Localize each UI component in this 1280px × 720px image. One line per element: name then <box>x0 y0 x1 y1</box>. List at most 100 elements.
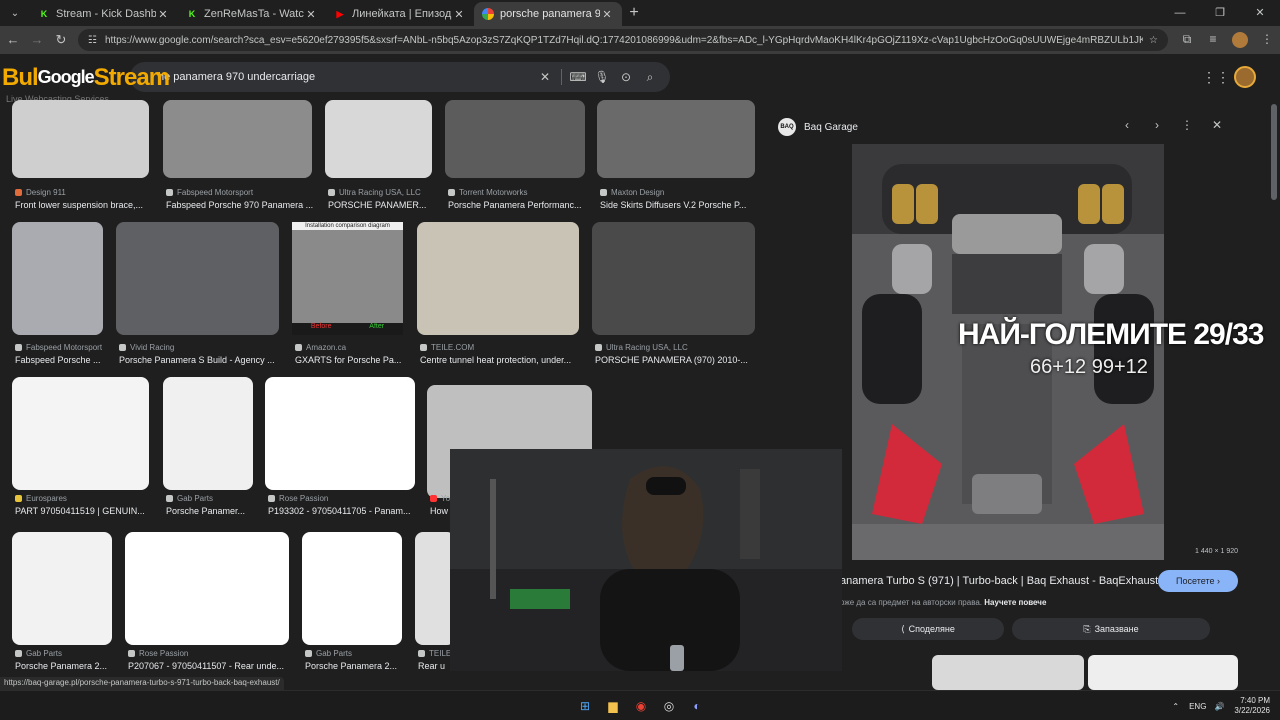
clock[interactable]: 7:40 PM 3/22/2026 <box>1234 696 1270 716</box>
preview-image[interactable] <box>852 144 1164 560</box>
result-caption[interactable]: How <box>430 506 448 516</box>
result-caption[interactable]: PORSCHE PANAMERA (970) 2010-... <box>595 355 748 365</box>
result-source[interactable]: Yo <box>430 494 450 503</box>
lens-icon[interactable]: ⊙ <box>614 70 638 84</box>
result-thumbnail[interactable] <box>12 222 103 335</box>
result-thumbnail[interactable] <box>116 222 279 335</box>
result-source[interactable]: TEILE <box>418 649 451 658</box>
result-thumbnail[interactable] <box>597 100 755 178</box>
learn-more-link[interactable]: Научете повече <box>984 598 1046 607</box>
search-box[interactable]: he panamera 970 undercarriage ✕ ⌨ 🎙 ⊙ ⌕ <box>130 62 670 92</box>
result-source[interactable]: Ultra Racing USA, LLC <box>328 188 421 197</box>
maximize-icon[interactable]: ❐ <box>1200 0 1240 26</box>
result-caption[interactable]: Porsche Panamera Performanc... <box>448 200 582 210</box>
share-button[interactable]: ⟨ Споделяне <box>852 618 1004 640</box>
result-thumbnail[interactable] <box>125 532 289 645</box>
tray-chevron-icon[interactable]: ⌃ <box>1172 702 1179 711</box>
profile-avatar[interactable] <box>1232 32 1248 48</box>
result-source[interactable]: Vivid Racing <box>119 343 174 352</box>
result-caption[interactable]: Rear u <box>418 661 445 671</box>
result-thumbnail[interactable] <box>302 532 402 645</box>
panel-site-name[interactable]: Baq Garage <box>804 122 858 133</box>
result-source[interactable]: Eurospares <box>15 494 67 503</box>
browser-tab[interactable]: ▶ Линейката | Епизод 16 - YouTu✕ <box>326 2 474 26</box>
bookmark-star-icon[interactable]: ☆ <box>1149 35 1158 46</box>
discord-icon[interactable]: ◐ <box>686 695 708 717</box>
result-source[interactable]: Torrent Motorworks <box>448 188 527 197</box>
related-thumb-1[interactable] <box>932 655 1084 690</box>
clear-search-icon[interactable]: ✕ <box>533 70 557 84</box>
tab-close-icon[interactable]: ✕ <box>304 8 318 21</box>
result-caption[interactable]: PART 97050411519 | GENUIN... <box>15 506 145 516</box>
result-caption[interactable]: Porsche Panamera 2... <box>305 661 397 671</box>
new-tab-button[interactable]: + <box>622 4 646 26</box>
tab-close-icon[interactable]: ✕ <box>156 8 170 21</box>
result-source[interactable]: Rose Passion <box>268 494 328 503</box>
volume-icon[interactable]: 🔊 <box>1214 702 1224 711</box>
chrome-icon[interactable]: ◉ <box>630 695 652 717</box>
search-icon[interactable]: ⌕ <box>638 70 662 85</box>
previous-icon[interactable]: ‹ <box>1112 118 1142 132</box>
account-avatar[interactable] <box>1234 66 1256 88</box>
result-caption[interactable]: Porsche Panamera 2... <box>15 661 107 671</box>
panel-title[interactable]: anamera Turbo S (971) | Turbo-back | Baq… <box>840 575 1158 587</box>
result-source[interactable]: TEILE.COM <box>420 343 474 352</box>
result-thumbnail[interactable] <box>445 100 585 178</box>
result-source[interactable]: Fabspeed Motorsport <box>15 343 102 352</box>
result-caption[interactable]: Porsche Panamera S Build - Agency ... <box>119 355 275 365</box>
menu-icon[interactable]: ⋮ <box>1254 32 1280 48</box>
next-icon[interactable]: › <box>1142 118 1172 132</box>
result-source[interactable]: Gab Parts <box>15 649 62 658</box>
visit-button[interactable]: Посетете › <box>1158 570 1238 592</box>
tab-close-icon[interactable]: ✕ <box>600 8 614 21</box>
site-info-icon[interactable]: ☷ <box>88 35 97 46</box>
apps-grid-icon[interactable]: ⋮⋮ <box>1202 69 1230 86</box>
tab-search-button[interactable]: ⌄ <box>4 2 26 24</box>
scrollbar-thumb[interactable] <box>1271 104 1277 200</box>
obs-icon[interactable]: ◎ <box>658 695 680 717</box>
result-thumbnail[interactable] <box>325 100 432 178</box>
related-thumb-2[interactable] <box>1088 655 1238 690</box>
page-scrollbar[interactable] <box>1270 100 1278 690</box>
file-explorer-icon[interactable]: ▆ <box>602 695 624 717</box>
keyboard-icon[interactable]: ⌨ <box>566 70 590 84</box>
browser-tab[interactable]: K ZenReMasTa - Watch the VOD o✕ <box>178 2 326 26</box>
media-control-icon[interactable]: ≡ <box>1200 32 1226 48</box>
result-thumbnail[interactable] <box>163 100 312 178</box>
result-thumbnail[interactable] <box>417 222 579 335</box>
save-button[interactable]: ⎘ Запазване <box>1012 618 1210 640</box>
result-source[interactable]: Amazon.ca <box>295 343 346 352</box>
result-caption[interactable]: Centre tunnel heat protection, under... <box>420 355 571 365</box>
result-caption[interactable]: Front lower suspension brace,... <box>15 200 143 210</box>
forward-button[interactable]: → <box>26 28 48 52</box>
browser-tab[interactable]: porsche panamera 970 underca✕ <box>474 2 622 26</box>
address-bar[interactable]: ☷ https://www.google.com/search?sca_esv=… <box>78 29 1168 51</box>
result-caption[interactable]: Porsche Panamer... <box>166 506 245 516</box>
result-thumbnail[interactable] <box>592 222 755 335</box>
result-caption[interactable]: P193302 - 97050411705 - Panam... <box>268 506 410 516</box>
result-source[interactable]: Rose Passion <box>128 649 188 658</box>
windows-start-icon[interactable]: ⊞ <box>574 695 596 717</box>
result-source[interactable]: Fabspeed Motorsport <box>166 188 253 197</box>
reload-button[interactable]: ↻ <box>50 28 72 52</box>
result-source[interactable]: Design 911 <box>15 188 66 197</box>
mic-icon[interactable]: 🎙 <box>590 70 614 84</box>
result-caption[interactable]: GXARTS for Porsche Pa... <box>295 355 401 365</box>
result-thumbnail[interactable] <box>163 377 253 490</box>
extensions-icon[interactable]: ⧉ <box>1174 32 1200 48</box>
search-input[interactable]: he panamera 970 undercarriage <box>158 71 533 83</box>
result-source[interactable]: Gab Parts <box>166 494 213 503</box>
language-indicator[interactable]: ENG <box>1189 702 1206 711</box>
result-caption[interactable]: Fabspeed Porsche ... <box>15 355 101 365</box>
result-thumbnail[interactable] <box>265 377 415 490</box>
result-thumbnail[interactable] <box>12 100 149 178</box>
result-source[interactable]: Ultra Racing USA, LLC <box>595 343 688 352</box>
result-source[interactable]: Maxton Design <box>600 188 664 197</box>
result-thumbnail[interactable] <box>12 377 149 490</box>
tab-close-icon[interactable]: ✕ <box>452 8 466 21</box>
result-caption[interactable]: Side Skirts Diffusers V.2 Porsche P... <box>600 200 746 210</box>
browser-tab[interactable]: K Stream - Kick Dashboard✕ <box>30 2 178 26</box>
result-thumbnail[interactable] <box>415 532 455 645</box>
result-caption[interactable]: P207067 - 97050411507 - Rear unde... <box>128 661 284 671</box>
result-caption[interactable]: Fabspeed Porsche 970 Panamera ... <box>166 200 313 210</box>
